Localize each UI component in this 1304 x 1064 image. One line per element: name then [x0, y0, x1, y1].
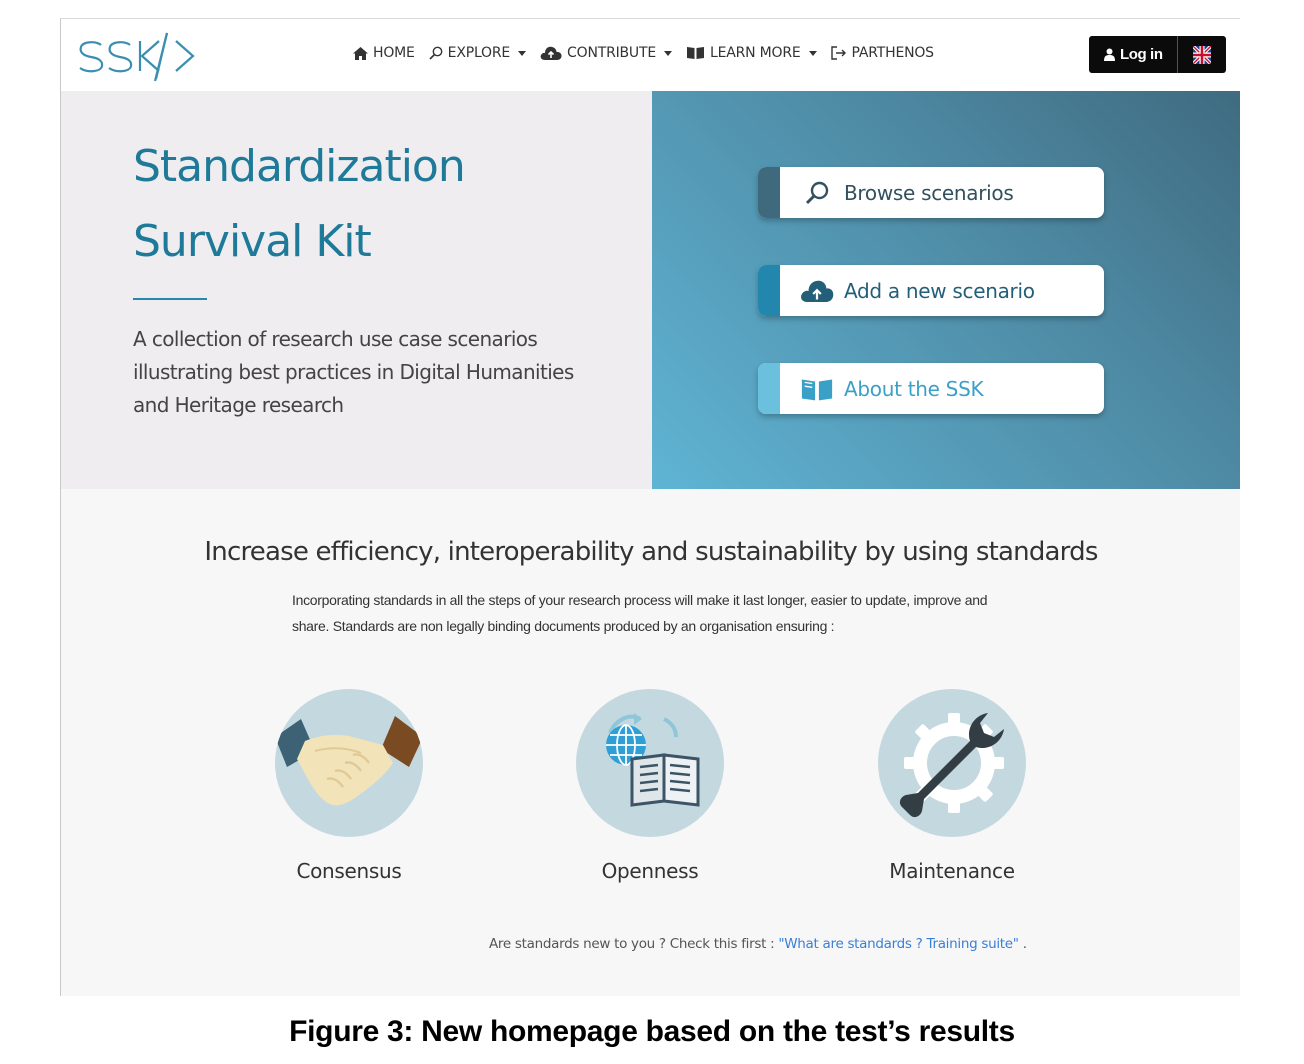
chevron-down-icon	[663, 50, 672, 56]
training-note-text: Are standards new to you ? Check this fi…	[489, 936, 779, 952]
hero-title-line-1: Standardization	[133, 141, 466, 192]
chevron-down-icon	[808, 50, 817, 56]
nav-home-label: HOME	[373, 45, 415, 61]
nav-explore-label: EXPLORE	[447, 45, 511, 61]
book-icon	[686, 47, 704, 59]
cta-accent	[758, 265, 780, 316]
search-icon	[800, 180, 834, 206]
chevron-down-icon	[518, 50, 527, 56]
cta-accent	[758, 167, 780, 218]
main-nav: HOME EXPLORE CONTRIBUTE LEARN MORE PARTH…	[353, 41, 934, 65]
nav-contribute-label: CONTRIBUTE	[567, 45, 656, 61]
login-label: Log in	[1120, 46, 1163, 63]
training-note: Are standards new to you ? Check this fi…	[489, 936, 1027, 952]
feature-openness: Openness	[550, 689, 750, 883]
cloud-upload-icon	[540, 46, 562, 60]
hero-title: Standardization Survival Kit	[133, 129, 603, 279]
about-ssk-label: About the SSK	[844, 376, 984, 401]
section-heading: Increase efficiency, interoperability an…	[204, 537, 1098, 567]
feature-maintenance-label: Maintenance	[889, 859, 1015, 883]
nav-learn-more[interactable]: LEARN MORE	[686, 45, 817, 61]
ssk-logo[interactable]	[75, 29, 205, 83]
hero-divider	[133, 298, 207, 300]
section-text: Incorporating standards in all the steps…	[292, 592, 988, 634]
uk-flag-icon	[1192, 45, 1211, 64]
browse-scenarios-button[interactable]: Browse scenarios	[758, 167, 1104, 218]
nav-home[interactable]: HOME	[353, 45, 415, 61]
user-icon	[1104, 48, 1115, 61]
nav-parthenos[interactable]: PARTHENOS	[830, 45, 935, 61]
wrench-gear-icon	[878, 689, 1026, 837]
external-link-icon	[830, 46, 846, 60]
login-button[interactable]: Log in	[1089, 36, 1177, 73]
figure-caption: Figure 3: New homepage based on the test…	[289, 1015, 1015, 1048]
nav-learn-more-label: LEARN MORE	[709, 45, 801, 61]
feature-consensus: Consensus	[249, 689, 449, 883]
cloud-upload-icon	[800, 277, 834, 305]
screenshot-frame: HOME EXPLORE CONTRIBUTE LEARN MORE PARTH…	[60, 18, 1240, 996]
hero-title-line-2: Survival Kit	[133, 216, 372, 267]
add-scenario-button[interactable]: Add a new scenario	[758, 265, 1104, 316]
nav-explore[interactable]: EXPLORE	[429, 45, 527, 61]
feature-openness-label: Openness	[601, 859, 699, 883]
handshake-icon	[275, 689, 423, 837]
about-ssk-button[interactable]: About the SSK	[758, 363, 1104, 414]
top-navbar: HOME EXPLORE CONTRIBUTE LEARN MORE PARTH…	[61, 19, 1240, 91]
training-suite-link[interactable]: "What are standards ? Training suite"	[778, 936, 1019, 952]
hero-intro: Standardization Survival Kit A collectio…	[61, 91, 652, 489]
language-selector[interactable]	[1176, 36, 1226, 73]
globe-book-icon	[576, 689, 724, 837]
training-note-suffix: .	[1018, 936, 1027, 952]
home-icon	[353, 46, 368, 60]
add-scenario-label: Add a new scenario	[844, 278, 1035, 303]
book-icon	[800, 376, 834, 402]
nav-parthenos-label: PARTHENOS	[851, 45, 935, 61]
hero-description: A collection of research use case scenar…	[133, 327, 574, 417]
feature-maintenance: Maintenance	[852, 689, 1052, 883]
hero-actions-panel: Browse scenarios Add a new scenario Abou…	[652, 91, 1240, 489]
feature-consensus-label: Consensus	[296, 859, 402, 883]
cta-accent	[758, 363, 780, 414]
nav-contribute[interactable]: CONTRIBUTE	[540, 45, 672, 61]
login-group: Log in	[1089, 36, 1226, 73]
browse-scenarios-label: Browse scenarios	[844, 180, 1014, 205]
search-icon	[429, 46, 443, 60]
